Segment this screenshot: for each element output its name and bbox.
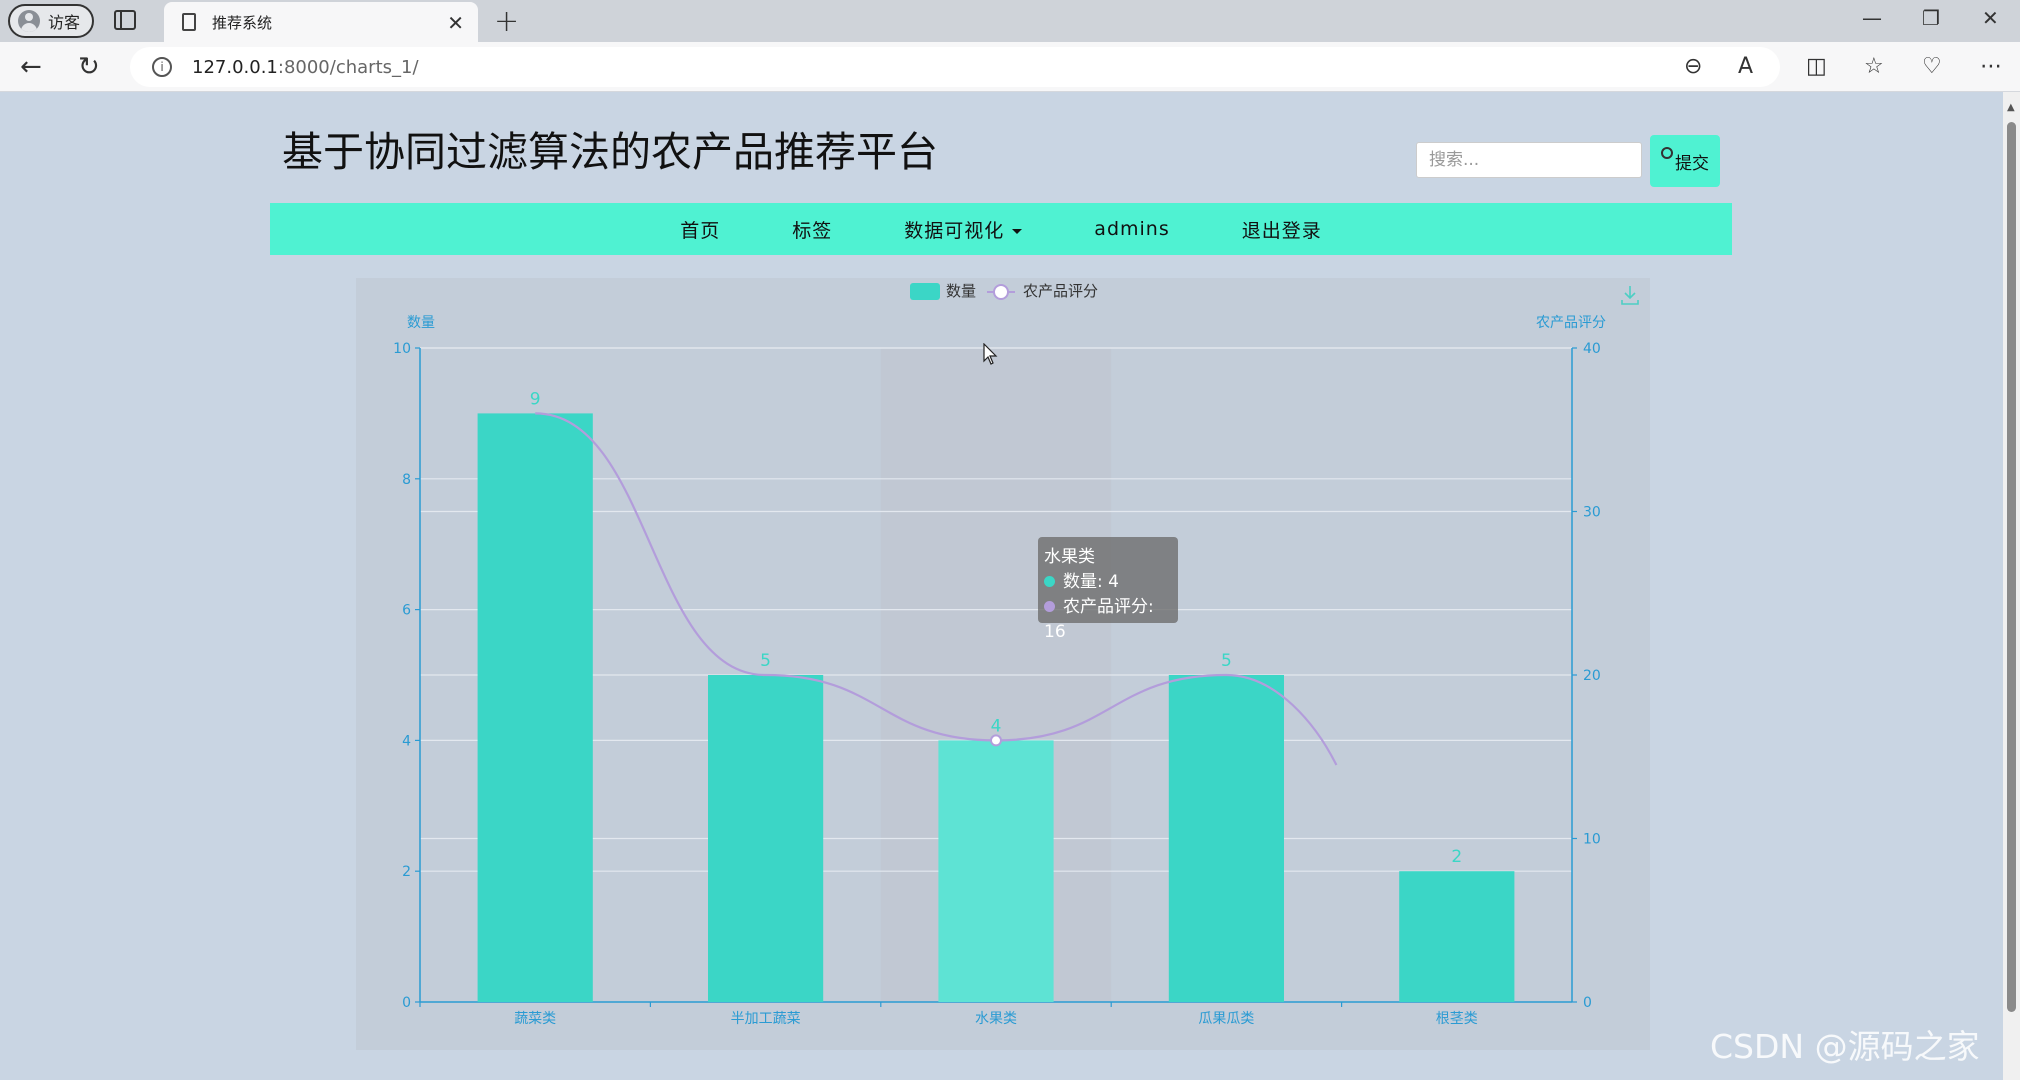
address-bar[interactable]: i 127.0.0.1:8000/charts_1/ [130,47,1780,87]
tooltip-line1: 数量: 4 [1063,572,1119,592]
search-input[interactable]: 搜索... [1416,142,1642,178]
chart-tooltip: 水果类 数量: 4 农产品评分: 16 [1038,537,1178,642]
watermark: CSDN @源码之家 [1710,1027,1980,1066]
page-icon [182,13,196,31]
minimize-icon[interactable]: — [1862,6,1882,30]
tab-title: 推荐系统 [212,13,273,32]
tooltip-bar-marker [1044,576,1055,587]
nav-tags[interactable]: 标签 [792,216,832,243]
restore-icon[interactable]: ❐ [1922,6,1940,30]
download-icon[interactable] [1620,284,1640,306]
favorites-icon[interactable]: ☆ [1864,54,1884,79]
address-toolbar: ← ↻ i 127.0.0.1:8000/charts_1/ ⊖ A ◫ ☆ ♡… [0,42,2020,92]
nav-data-visualization-label: 数据可视化 [904,219,1005,242]
profile-button[interactable]: 访客 [8,4,94,38]
window-close-icon[interactable]: ✕ [1982,6,1999,30]
search-submit-button[interactable]: 提交 [1650,135,1720,187]
tooltip-line2: 农产品评分: 16 [1044,597,1154,642]
profile-avatar-icon [18,10,40,32]
chevron-down-icon [1012,228,1023,234]
nav-user[interactable]: admins [1094,218,1169,240]
zoom-out-icon[interactable]: ⊖ [1684,54,1702,79]
browser-tab-strip: 访客 推荐系统 ✕ + — ❐ ✕ [0,0,2020,42]
search-icon [1661,147,1673,159]
url-text[interactable]: 127.0.0.1:8000/charts_1/ [192,57,419,78]
nav-data-visualization[interactable]: 数据可视化 [904,216,1023,243]
tab-actions-icon[interactable] [114,10,136,30]
search-submit-label: 提交 [1675,153,1709,174]
back-icon[interactable]: ← [20,52,42,82]
vertical-scrollbar[interactable]: ▲ [2003,92,2020,1080]
profile-label: 访客 [48,13,81,32]
read-aloud-icon[interactable]: A [1738,54,1753,79]
close-tab-icon[interactable]: ✕ [447,11,464,35]
chart-panel [356,278,1650,1050]
new-tab-icon[interactable]: + [494,4,519,39]
main-nav: 首页 标签 数据可视化 admins 退出登录 [270,203,1732,255]
tooltip-title: 水果类 [1044,547,1095,567]
mouse-cursor-icon [983,343,998,365]
site-info-icon[interactable]: i [152,57,172,77]
tooltip-line-marker [1044,601,1055,612]
browser-essentials-icon[interactable]: ♡ [1922,54,1942,79]
nav-home[interactable]: 首页 [680,216,720,243]
site-title: 基于协同过滤算法的农产品推荐平台 [282,128,938,176]
scroll-up-icon[interactable]: ▲ [2007,102,2015,113]
nav-logout[interactable]: 退出登录 [1242,216,1322,243]
scrollbar-thumb[interactable] [2007,122,2016,1012]
split-screen-icon[interactable]: ◫ [1806,54,1827,79]
more-menu-icon[interactable]: ⋯ [1980,54,2002,79]
refresh-icon[interactable]: ↻ [78,52,100,82]
browser-tab-active[interactable]: 推荐系统 ✕ [164,2,478,42]
